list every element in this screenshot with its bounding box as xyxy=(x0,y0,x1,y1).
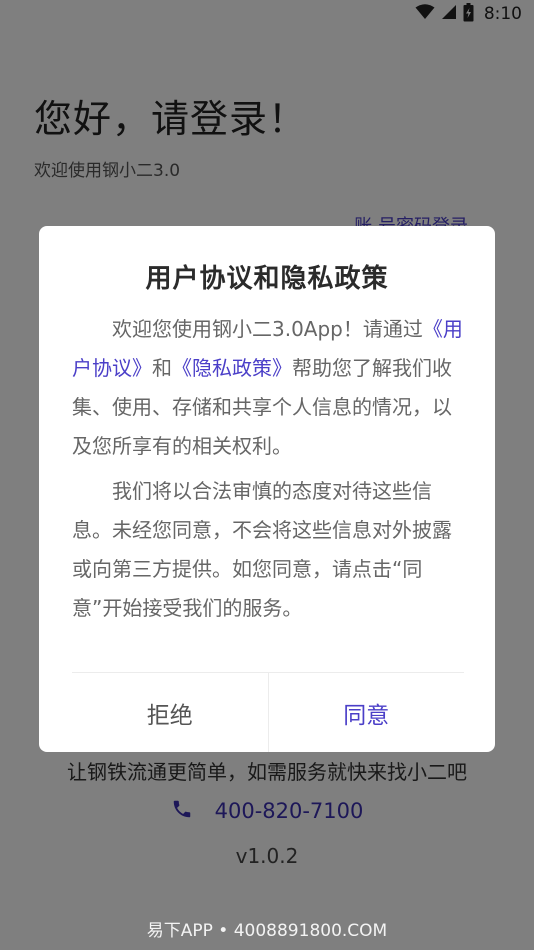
privacy-dialog: 用户协议和隐私政策 欢迎您使用钢小二3.0App！请通过《用户协议》和《隐私政策… xyxy=(39,226,495,752)
dialog-p1-and: 和 xyxy=(152,356,172,380)
agree-button[interactable]: 同意 xyxy=(269,673,465,752)
dialog-body: 欢迎您使用钢小二3.0App！请通过《用户协议》和《隐私政策》帮助您了解我们收集… xyxy=(72,310,464,628)
dialog-paragraph-2: 我们将以合法审慎的态度对待这些信息。未经您同意，不会将这些信息对外披露或向第三方… xyxy=(72,479,452,620)
dialog-paragraph-1: 欢迎您使用钢小二3.0App！请通过《用户协议》和《隐私政策》帮助您了解我们收集… xyxy=(72,310,464,466)
dialog-button-bar: 拒绝 同意 xyxy=(72,672,464,752)
dialog-title: 用户协议和隐私政策 xyxy=(145,264,389,294)
privacy-policy-link[interactable]: 《隐私政策》 xyxy=(172,356,292,380)
reject-button[interactable]: 拒绝 xyxy=(72,673,269,752)
dialog-p1-prefix: 欢迎您使用钢小二3.0App！请通过 xyxy=(112,317,423,341)
watermark: 易下APP • 4008891800.COM xyxy=(146,921,388,941)
login-screen: 8:10 您好，请登录！ 欢迎使用钢小二3.0 账 号密码登录 让钢铁流通更简单… xyxy=(0,0,534,950)
